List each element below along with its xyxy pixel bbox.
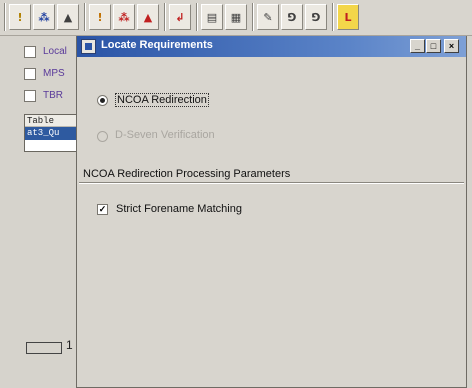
chart-icon: ⁂	[38, 11, 50, 24]
check-icon: ✓	[98, 204, 107, 214]
layout-icon: ⅁	[287, 11, 297, 24]
local-label: Local	[43, 46, 67, 57]
group-icon-button[interactable]: ▲	[57, 4, 79, 30]
maximize-icon: □	[430, 41, 437, 51]
ncoa-redirection-label[interactable]: NCOA Redirection	[115, 93, 209, 107]
person-highlight-icon: !	[97, 11, 103, 24]
close-icon: ×	[448, 41, 455, 51]
group-icon: ▲	[63, 11, 73, 24]
table-icon: ▤	[206, 11, 218, 24]
toolbar-separator	[196, 3, 198, 31]
chart-red-icon: ⁂	[118, 11, 130, 24]
group-red-icon-button[interactable]: ▲	[137, 4, 159, 30]
group-divider	[79, 182, 464, 184]
letter-l-icon-button[interactable]: L	[337, 4, 359, 30]
edit-icon: ✎	[263, 11, 273, 24]
person-icon: !	[17, 11, 23, 24]
locate-requirements-dialog: Locate Requirements _ □ × NCOA Redirecti…	[76, 36, 467, 388]
tbr-label: TBR	[43, 90, 63, 101]
grid-icon: ▦	[230, 11, 242, 24]
layout2-icon: ⅁	[311, 11, 321, 24]
layout-icon-button[interactable]: ⅁	[281, 4, 303, 30]
toolbar-separator	[4, 3, 6, 31]
table-icon-button[interactable]: ▤	[201, 4, 223, 30]
minimize-icon: _	[414, 41, 420, 51]
toolbar-separator	[164, 3, 166, 31]
edit-icon-button[interactable]: ✎	[257, 4, 279, 30]
dialog-titlebar[interactable]: Locate Requirements _ □ ×	[77, 36, 466, 57]
toolbar-separator	[332, 3, 334, 31]
toolbar-separator	[252, 3, 254, 31]
arrow-red-icon: ↲	[175, 11, 185, 24]
mps-checkbox[interactable]	[24, 68, 36, 80]
group-title: NCOA Redirection Processing Parameters	[81, 168, 293, 180]
tbr-checkbox[interactable]	[24, 90, 36, 102]
minimize-button[interactable]: _	[410, 39, 425, 53]
strict-forename-checkbox[interactable]: ✓	[97, 204, 108, 215]
background-box	[26, 342, 62, 354]
maximize-button[interactable]: □	[426, 39, 441, 53]
letter-l-icon: L	[344, 11, 352, 24]
group-red-icon: ▲	[143, 11, 153, 24]
local-checkbox[interactable]	[24, 46, 36, 58]
mps-label: MPS	[43, 68, 65, 79]
close-button[interactable]: ×	[444, 39, 459, 53]
arrow-red-icon-button[interactable]: ↲	[169, 4, 191, 30]
chart-icon-button[interactable]: ⁂	[33, 4, 55, 30]
ncoa-redirection-radio[interactable]	[97, 95, 108, 106]
d-seven-verification-label: D-Seven Verification	[115, 129, 215, 141]
person-icon-button[interactable]: !	[9, 4, 31, 30]
background-bottom-text: 1	[66, 338, 73, 352]
layout2-icon-button[interactable]: ⅁	[305, 4, 327, 30]
toolbar-separator	[84, 3, 86, 31]
person-highlight-icon-button[interactable]: !	[89, 4, 111, 30]
chart-red-icon-button[interactable]: ⁂	[113, 4, 135, 30]
app-window: ! ⁂ ▲ ! ⁂ ▲ ↲ ▤ ▦ ✎ ⅁ ⅁ L Local MPS TBR …	[0, 0, 472, 388]
window-app-icon	[81, 39, 96, 54]
strict-forename-label[interactable]: Strict Forename Matching	[116, 203, 242, 215]
toolbar: ! ⁂ ▲ ! ⁂ ▲ ↲ ▤ ▦ ✎ ⅁ ⅁ L	[0, 0, 472, 36]
grid-icon-button[interactable]: ▦	[225, 4, 247, 30]
d-seven-verification-radio[interactable]	[97, 131, 108, 142]
dialog-title: Locate Requirements	[101, 39, 213, 51]
